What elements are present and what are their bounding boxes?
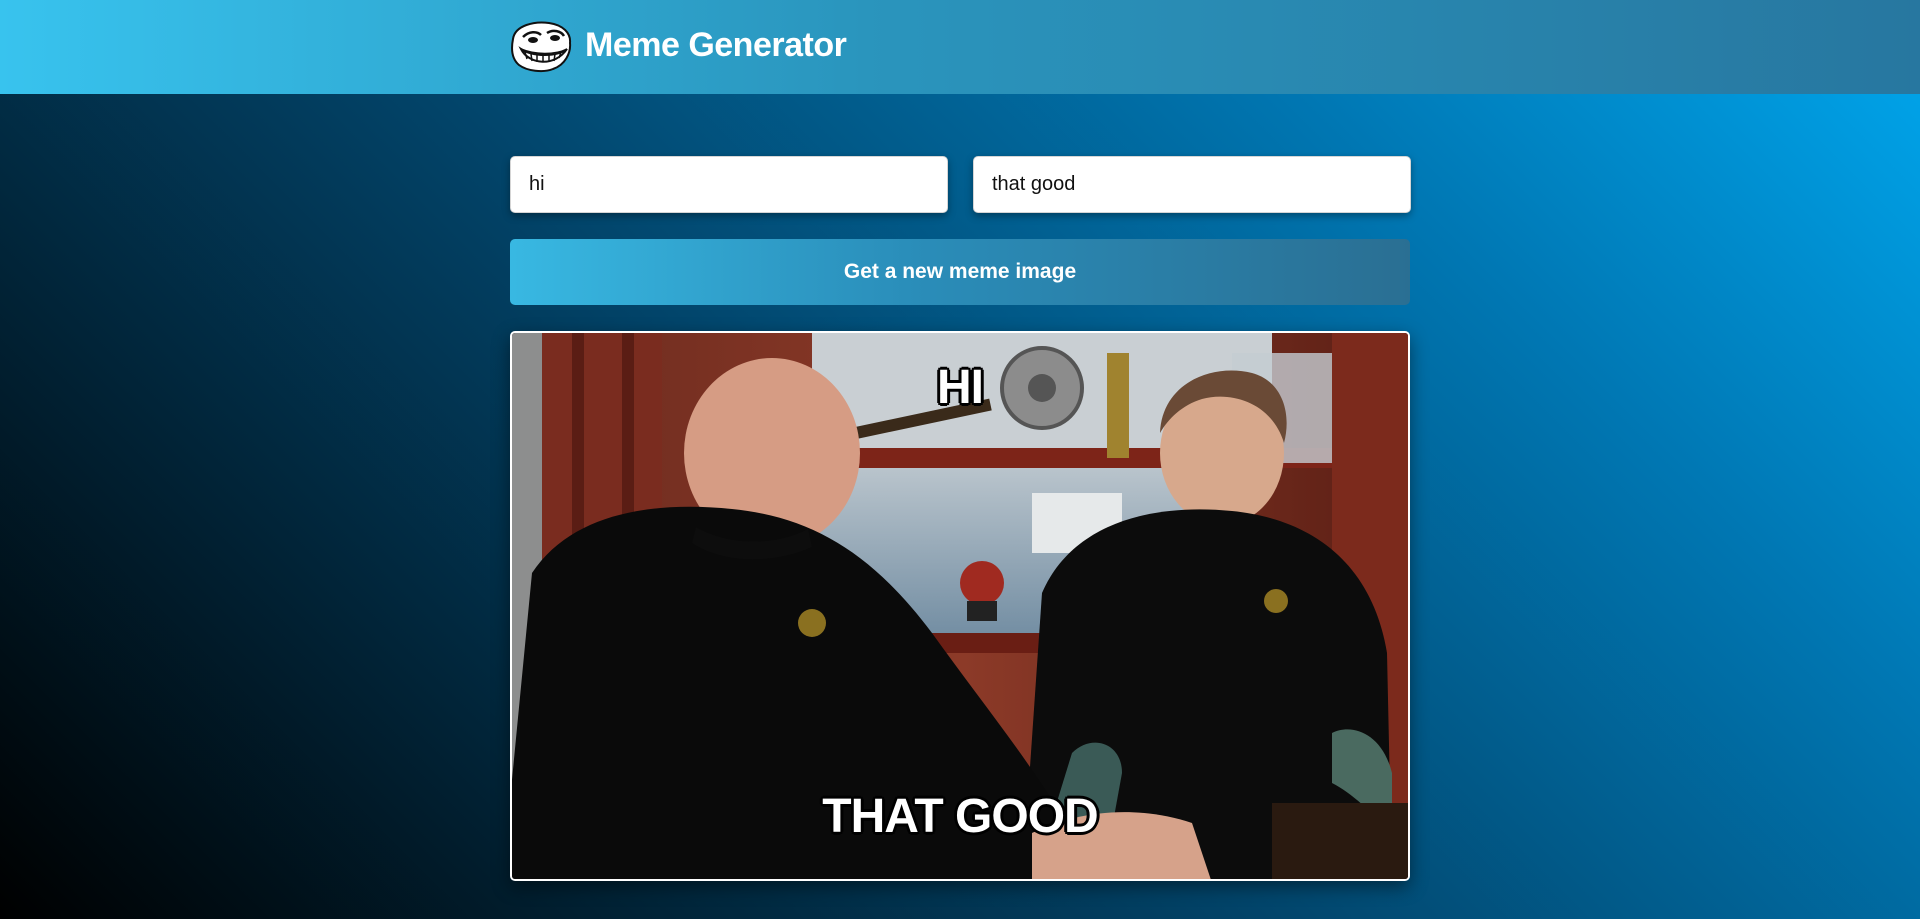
top-text-input[interactable] — [510, 156, 948, 213]
get-meme-button[interactable]: Get a new meme image — [510, 239, 1410, 305]
meme-top-text: HI — [937, 361, 984, 414]
meme-display: HI THAT GOOD — [510, 331, 1410, 881]
app-header: Meme Generator — [0, 0, 1920, 94]
app-title: Meme Generator — [585, 26, 847, 64]
troll-face-icon — [509, 19, 573, 73]
bottom-text-input[interactable] — [973, 156, 1411, 213]
meme-bottom-text: THAT GOOD — [822, 790, 1098, 843]
